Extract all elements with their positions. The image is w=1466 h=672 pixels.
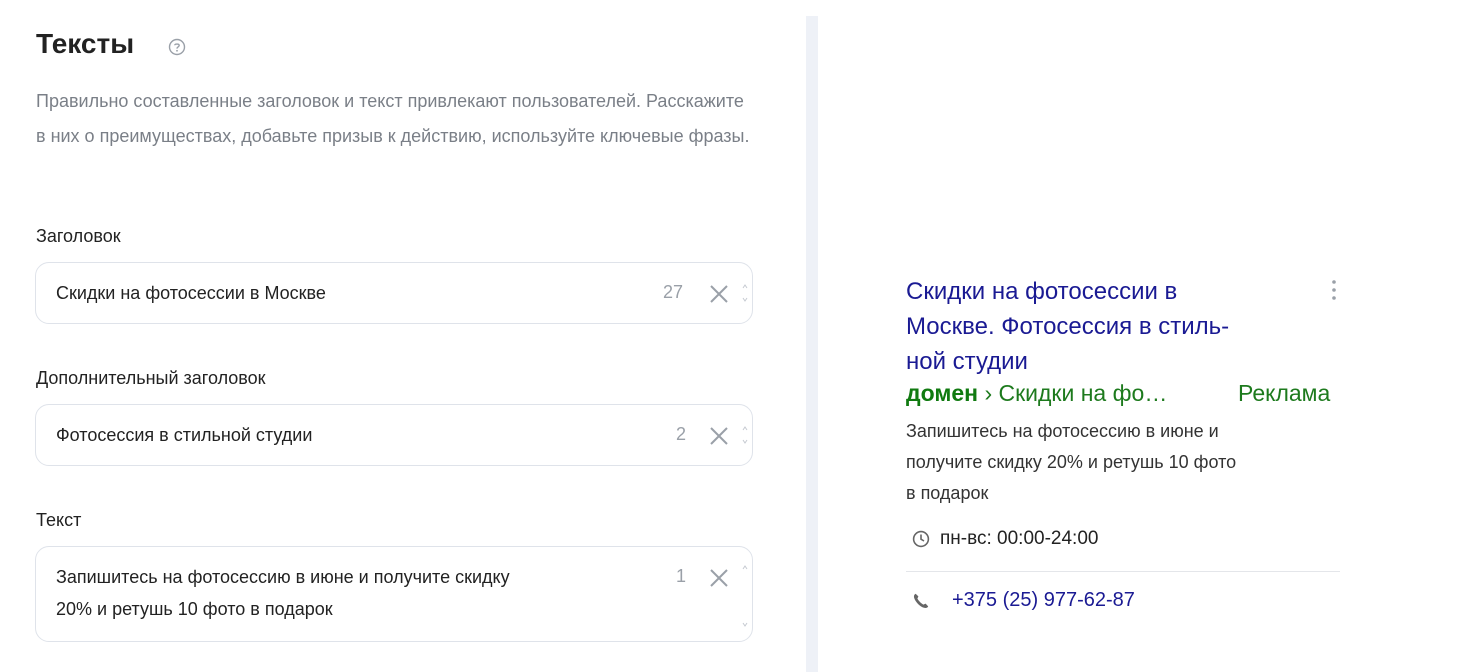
ad-text-line: в подарок bbox=[906, 483, 989, 503]
ad-domain: домен bbox=[906, 380, 979, 406]
resize-icon[interactable] bbox=[742, 283, 748, 303]
ad-path: › Скидки на фо… bbox=[984, 380, 1168, 406]
ad-hours: пн-вс: 00:00-24:00 bbox=[940, 528, 1099, 549]
resize-icon[interactable] bbox=[742, 563, 748, 583]
panel-divider bbox=[806, 16, 818, 672]
ad-title-line: ной студии bbox=[906, 348, 1028, 375]
clear-icon[interactable] bbox=[708, 425, 730, 447]
extra-headline-input[interactable]: Фотосессия в стильной студии bbox=[56, 421, 312, 449]
text-label: Текст bbox=[36, 510, 82, 530]
extra-headline-label: Дополнительный заголовок bbox=[36, 368, 266, 388]
ad-preview-url[interactable]: домен › Скидки на фо… bbox=[906, 380, 1167, 407]
ad-phone[interactable]: +375 (25) 977-62-87 bbox=[952, 589, 1135, 612]
text-input-line-2[interactable]: 20% и ретушь 10 фото в подарок bbox=[56, 595, 333, 623]
ad-text-line: Запишитесь на фотосессию в июне и bbox=[906, 421, 1219, 441]
extra-headline-counter: 2 bbox=[676, 424, 687, 444]
resize-icon[interactable] bbox=[742, 609, 748, 629]
text-field[interactable]: Запишитесь на фотосессию в июне и получи… bbox=[35, 546, 753, 642]
phone-icon bbox=[913, 593, 929, 609]
kebab-icon[interactable] bbox=[1330, 278, 1338, 304]
ad-label: Реклама bbox=[1238, 380, 1331, 406]
headline-counter: 27 bbox=[663, 282, 684, 302]
clear-icon[interactable] bbox=[708, 283, 730, 305]
ad-title-line: Москве. Фотосессия в стиль- bbox=[906, 313, 1230, 340]
section-description: Правильно составленные заголовок и текст… bbox=[36, 91, 750, 146]
ad-title-line: Скидки на фотосессии в bbox=[906, 278, 1178, 305]
ad-text-line: получите скидку 20% и ретушь 10 фото bbox=[906, 452, 1237, 472]
headline-field[interactable]: Скидки на фотосессии в Москве 27 bbox=[35, 262, 753, 324]
ad-preview-title[interactable]: Скидки на фотосессии в Москве. Фотосесси… bbox=[906, 274, 1306, 379]
resize-icon[interactable] bbox=[742, 425, 748, 445]
ad-preview-text: Запишитесь на фотосессию в июне и получи… bbox=[906, 416, 1326, 509]
headline-input[interactable]: Скидки на фотосессии в Москве bbox=[56, 279, 326, 307]
texts-editor-panel: Тексты Правильно составленные заголовок … bbox=[0, 0, 806, 672]
extra-headline-field[interactable]: Фотосессия в стильной студии 2 bbox=[35, 404, 753, 466]
text-counter: 1 bbox=[676, 566, 687, 586]
text-input-line-1[interactable]: Запишитесь на фотосессию в июне и получи… bbox=[56, 563, 510, 591]
ad-separator bbox=[906, 571, 1340, 572]
section-title: Тексты bbox=[36, 28, 135, 59]
clock-icon bbox=[912, 530, 930, 548]
headline-label: Заголовок bbox=[36, 226, 121, 246]
help-icon[interactable] bbox=[168, 38, 186, 56]
clear-icon[interactable] bbox=[708, 567, 730, 589]
